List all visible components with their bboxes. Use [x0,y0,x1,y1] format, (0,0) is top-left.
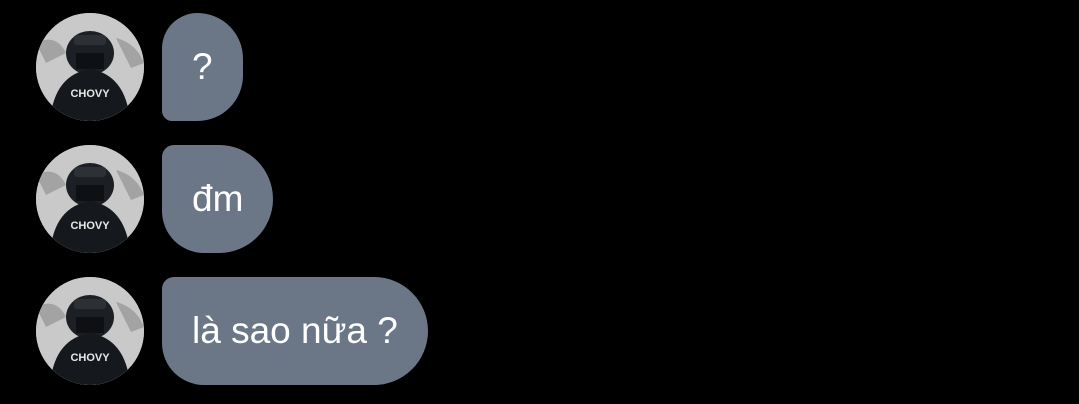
avatar[interactable]: CHOVY [36,277,144,385]
message-bubble[interactable]: ? [162,13,243,121]
message-text: là sao nữa ? [192,310,398,351]
svg-text:CHOVY: CHOVY [70,352,110,364]
message-text: đm [192,178,244,219]
chat-thread: CHOVY ? CHOVY đm CHOVY là sao nữa ? [0,0,1079,404]
message-bubble[interactable]: đm [162,145,274,253]
message-text: ? [192,46,213,87]
svg-text:CHOVY: CHOVY [70,88,110,100]
svg-text:CHOVY: CHOVY [70,220,110,232]
avatar[interactable]: CHOVY [36,145,144,253]
avatar[interactable]: CHOVY [36,13,144,121]
message-bubble[interactable]: là sao nữa ? [162,277,428,385]
